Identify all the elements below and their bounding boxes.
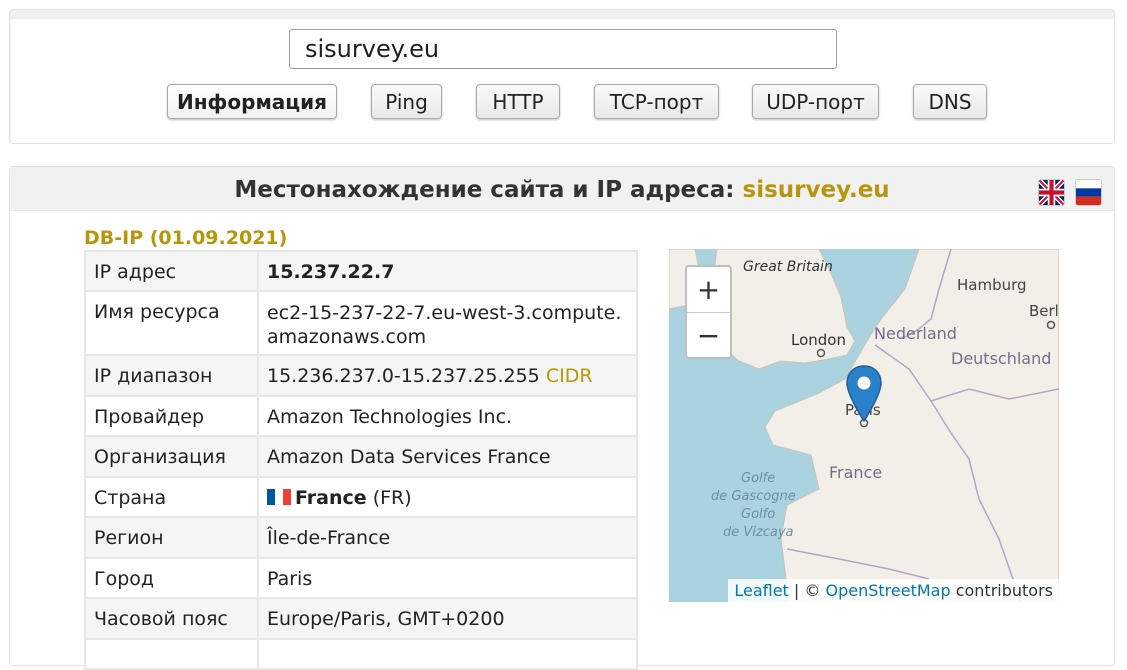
timezone-label: Часовой пояс bbox=[84, 597, 259, 640]
org-label: Организация bbox=[84, 435, 259, 478]
region-label: Регион bbox=[84, 516, 259, 559]
table-row: Страна France (FR) bbox=[84, 476, 638, 518]
region-value: Île-de-France bbox=[257, 516, 638, 559]
table-row: Город Paris bbox=[84, 557, 638, 599]
title-domain: sisurvey.eu bbox=[742, 177, 890, 203]
location-pin-icon[interactable] bbox=[846, 365, 882, 427]
cidr-link[interactable]: CIDR bbox=[546, 365, 593, 387]
map-label-gascogne: de Gascogne bbox=[711, 489, 796, 504]
map-label-golfo: Golfo bbox=[741, 507, 776, 522]
zoom-in-button[interactable]: + bbox=[687, 267, 730, 313]
ip-range-label: IP диапазон bbox=[84, 354, 259, 397]
english-flag-icon[interactable] bbox=[1038, 179, 1065, 206]
ip-value: 15.237.22.7 bbox=[257, 250, 638, 292]
tab-ping[interactable]: Ping bbox=[371, 84, 442, 119]
timezone-value: Europe/Paris, GMT+0200 bbox=[257, 597, 638, 640]
map-zoom-control: + − bbox=[685, 265, 732, 359]
table-row: Организация Amazon Data Services France bbox=[84, 435, 638, 478]
map-label-great-britain: Great Britain bbox=[743, 259, 833, 275]
page-title: Местонахождение сайта и IP адреса: sisur… bbox=[10, 177, 1114, 203]
map-attribution: Leaflet | © OpenStreetMap contributors bbox=[728, 579, 1059, 602]
title-prefix: Местонахождение сайта и IP адреса: bbox=[234, 177, 743, 203]
ip-label: IP адрес bbox=[84, 250, 259, 292]
zoom-out-button[interactable]: − bbox=[687, 313, 730, 358]
france-flag-icon bbox=[267, 489, 291, 505]
ip-info-table: IP адрес 15.237.22.7 Имя ресурса ec2-15-… bbox=[84, 250, 638, 670]
domain-search-input[interactable] bbox=[289, 29, 837, 69]
isp-value: Amazon Technologies Inc. bbox=[257, 395, 638, 437]
map-label-golfe: Golfe bbox=[741, 471, 776, 486]
city-value: Paris bbox=[257, 557, 638, 599]
country-label: Страна bbox=[84, 476, 259, 518]
country-code: (FR) bbox=[372, 487, 412, 509]
map-label-hamburg: Hamburg bbox=[957, 276, 1027, 294]
tab-udp-port[interactable]: UDP-порт bbox=[752, 84, 879, 119]
tab-tcp-port[interactable]: TCP-порт bbox=[594, 84, 719, 119]
map-label-berlin: Berl bbox=[1029, 302, 1059, 320]
table-row bbox=[84, 638, 638, 670]
location-map[interactable]: Great Britain Hamburg Berl London Nederl… bbox=[669, 249, 1059, 602]
table-row: Имя ресурса ec2-15-237-22-7.eu-west-3.co… bbox=[84, 290, 638, 356]
table-row: Провайдер Amazon Technologies Inc. bbox=[84, 395, 638, 437]
country-cell: France (FR) bbox=[257, 476, 638, 518]
table-row: IP диапазон 15.236.237.0-15.237.25.255 C… bbox=[84, 354, 638, 397]
results-header: Местонахождение сайта и IP адреса: sisur… bbox=[10, 167, 1114, 211]
map-label-deutschland: Deutschland bbox=[951, 349, 1052, 368]
tab-dns[interactable]: DNS bbox=[913, 84, 987, 119]
ip-range-cell: 15.236.237.0-15.237.25.255 CIDR bbox=[257, 354, 638, 397]
table-cell bbox=[257, 638, 638, 670]
hostname-value: ec2-15-237-22-7.eu-west-3.compute.amazon… bbox=[257, 290, 638, 356]
map-label-vizcaya: de Vizcaya bbox=[723, 525, 794, 540]
table-cell bbox=[84, 638, 259, 670]
russian-flag-icon[interactable] bbox=[1075, 179, 1102, 206]
openstreetmap-link[interactable]: OpenStreetMap bbox=[825, 581, 950, 600]
country-name: France bbox=[295, 487, 367, 509]
map-label-nederland: Nederland bbox=[874, 324, 957, 343]
org-value: Amazon Data Services France bbox=[257, 435, 638, 478]
attr-contributors: contributors bbox=[950, 581, 1053, 600]
hostname-label: Имя ресурса bbox=[84, 290, 259, 356]
city-label: Город bbox=[84, 557, 259, 599]
ip-range-value: 15.236.237.0-15.237.25.255 bbox=[267, 365, 540, 387]
tab-http[interactable]: HTTP bbox=[476, 84, 560, 119]
tab-info[interactable]: Информация bbox=[167, 84, 337, 119]
leaflet-link[interactable]: Leaflet bbox=[734, 581, 788, 600]
map-label-london: London bbox=[791, 331, 846, 349]
map-label-france: France bbox=[829, 463, 883, 482]
table-row: IP адрес 15.237.22.7 bbox=[84, 250, 638, 292]
table-row: Регион Île-de-France bbox=[84, 516, 638, 559]
attr-separator: | © bbox=[788, 581, 826, 600]
isp-label: Провайдер bbox=[84, 395, 259, 437]
data-source-title: DB-IP (01.09.2021) bbox=[84, 227, 288, 249]
table-row: Часовой пояс Europe/Paris, GMT+0200 bbox=[84, 597, 638, 640]
